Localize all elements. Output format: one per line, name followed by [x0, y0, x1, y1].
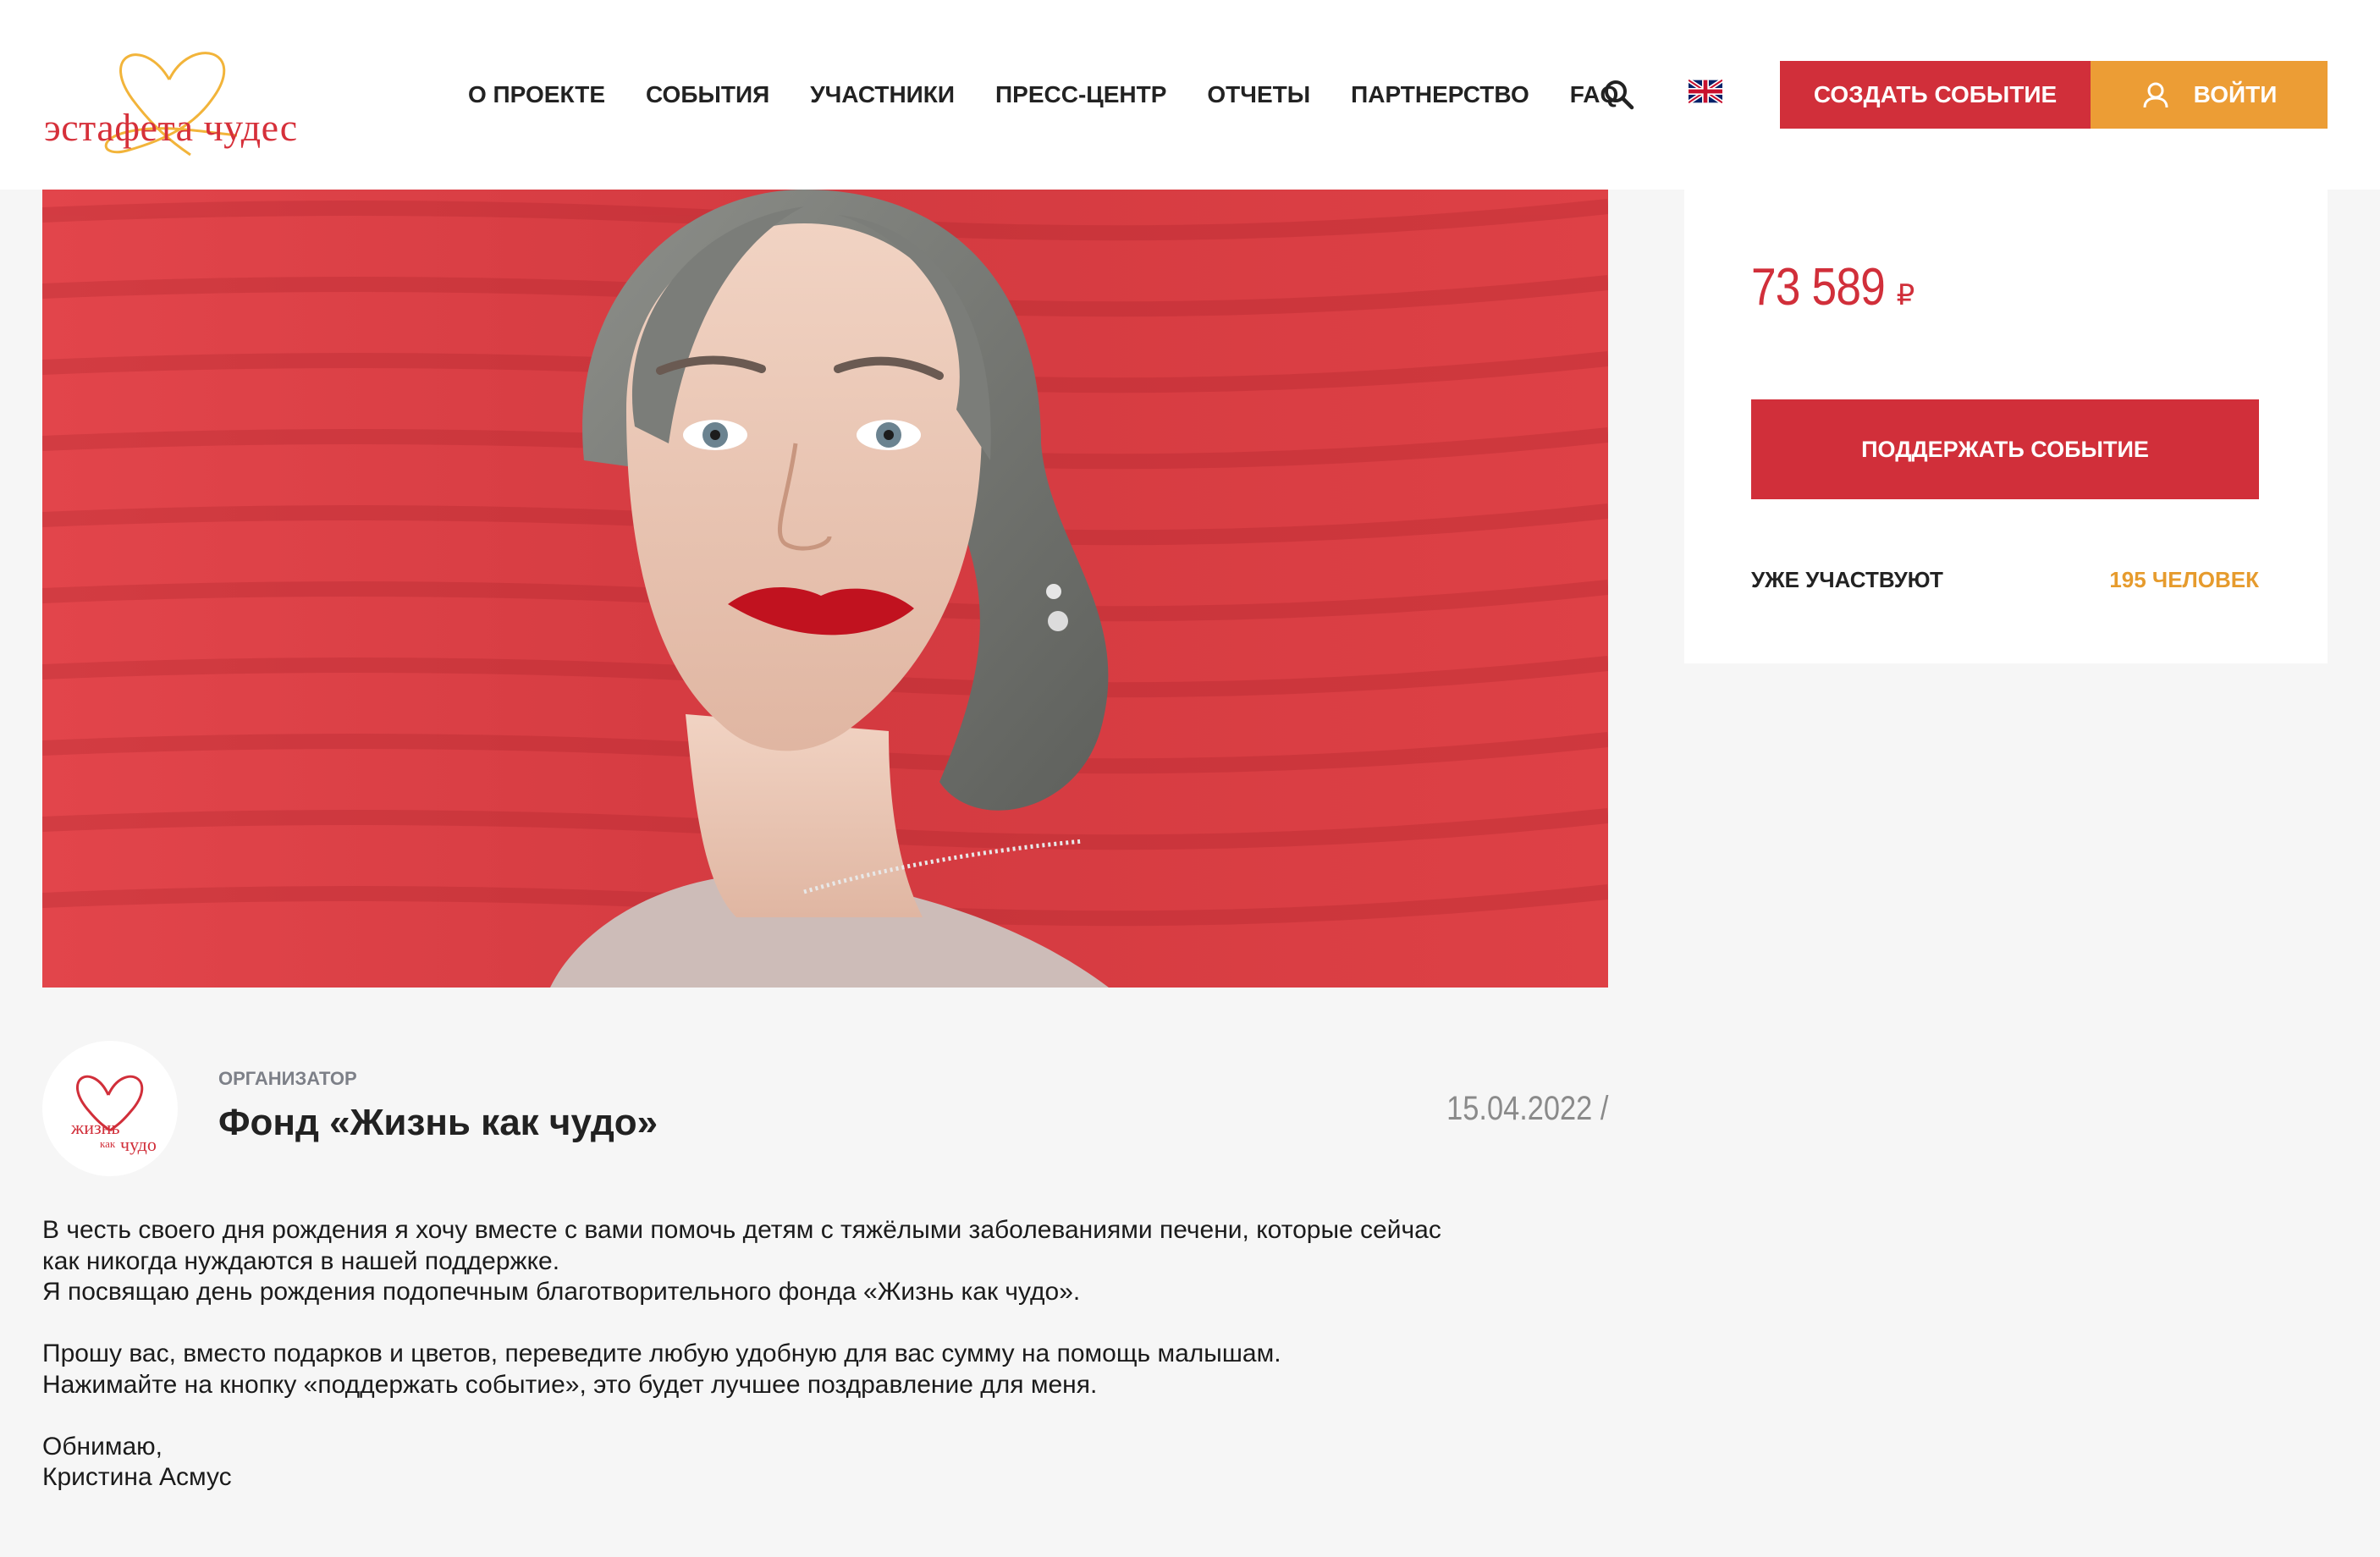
description-line: Кристина Асмус — [42, 1463, 232, 1491]
organizer-name[interactable]: Фонд «Жизнь как чудо» — [218, 1102, 658, 1144]
description-line: Прошу вас, вместо подарков и цветов, пер… — [42, 1340, 1281, 1367]
organizer-avatar[interactable]: жизнь как чудо — [42, 1041, 178, 1176]
description-line: Я посвящаю день рождения подопечным благ… — [42, 1278, 1081, 1306]
logo-text: эстафета чудес — [44, 106, 298, 149]
donation-panel: 73 589 ₽ Поддержать событие Уже участвуют… — [1684, 190, 2328, 663]
login-label: Войти — [2193, 81, 2278, 107]
main-nav: О проекте События Участники Пресс-центр … — [468, 74, 1659, 115]
event-description: В честь своего дня рождения я хочу вмест… — [42, 1215, 1617, 1494]
site-logo[interactable]: эстафета чудес — [42, 32, 330, 159]
description-line: Обнимаю, — [42, 1432, 163, 1461]
organizer-label: Организатор — [218, 1068, 357, 1089]
event-photo — [42, 190, 1608, 988]
svg-text:как: как — [100, 1137, 116, 1150]
nav-item-reports[interactable]: Отчеты — [1207, 81, 1310, 108]
nav-item-about[interactable]: О проекте — [468, 81, 605, 108]
description-line: как никогда нуждаются в нашей поддержке. — [42, 1246, 560, 1275]
uk-flag-icon[interactable] — [1687, 78, 1724, 105]
nav-item-participants[interactable]: Участники — [810, 81, 955, 108]
foundation-logo-icon: жизнь как чудо — [70, 1075, 157, 1155]
participants-count[interactable]: 195 человек — [2109, 567, 2259, 593]
description-line: Нажимайте на кнопку «поддержать событие»… — [42, 1370, 1098, 1399]
description-line: В честь своего дня рождения я хочу вмест… — [42, 1216, 1441, 1244]
create-event-label: Создать событие — [1813, 81, 2058, 107]
create-event-button[interactable]: Создать событие — [1780, 61, 2091, 129]
participants-label: Уже участвуют — [1751, 567, 1943, 592]
nav-item-press-center[interactable]: Пресс-центр — [995, 81, 1166, 108]
collected-amount: 73 589 ₽ — [1751, 257, 1914, 317]
ruble-sign: ₽ — [1896, 279, 1915, 311]
nav-item-partnership[interactable]: Партнерство — [1351, 81, 1529, 108]
support-event-label: Поддержать событие — [1861, 436, 2149, 462]
support-event-button[interactable]: Поддержать событие — [1751, 399, 2259, 499]
event-date: 15.04.2022 / — [1446, 1090, 1608, 1127]
search-icon[interactable] — [1602, 78, 1636, 112]
amount-value: 73 589 — [1751, 258, 1886, 316]
nav-item-events[interactable]: События — [646, 81, 769, 108]
site-header: эстафета чудес О проекте События Участни… — [0, 0, 2380, 190]
login-button[interactable]: Войти — [2091, 61, 2328, 129]
avatar-text: жизнь — [70, 1117, 119, 1138]
svg-text:чудо: чудо — [120, 1134, 157, 1155]
user-icon — [2143, 82, 2168, 108]
